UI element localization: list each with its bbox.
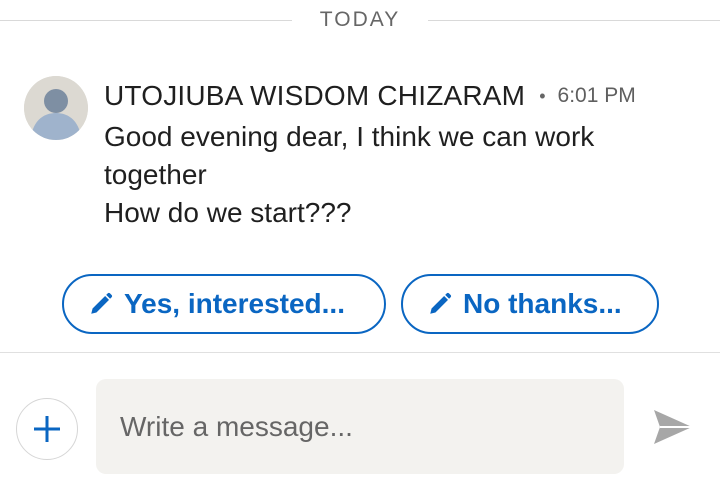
pencil-icon [430,292,452,314]
message-line: How do we start??? [104,197,352,228]
date-label: TODAY [319,8,401,31]
divider-line-left [0,20,292,21]
quick-reply-yes-interested[interactable]: Yes, interested... [62,274,386,334]
avatar-placeholder-icon [24,76,88,140]
plus-icon [34,416,60,442]
send-button[interactable] [650,404,696,450]
quick-reply-no-thanks[interactable]: No thanks... [401,274,659,334]
pencil-icon [91,292,113,314]
message-line: Good evening dear, I think we can work [104,121,595,152]
quick-reply-label: No thanks... [463,288,622,319]
quick-reply-label: Yes, interested... [124,288,345,319]
message-body: Good evening dear, I think we can work t… [104,118,684,232]
header-separator: • [539,85,546,106]
message-line: together [104,159,207,190]
message-input[interactable]: Write a message... [96,379,624,474]
message-timestamp: 6:01 PM [557,84,636,107]
message-header: UTOJIUBA WISDOM CHIZARAM • 6:01 PM [104,78,636,114]
message-input-placeholder: Write a message... [120,410,353,442]
divider-line-right [428,20,720,21]
date-divider: TODAY [0,6,720,34]
add-attachment-button[interactable] [16,398,78,460]
avatar[interactable] [24,76,88,140]
composer-divider [0,352,720,353]
sender-name[interactable]: UTOJIUBA WISDOM CHIZARAM [104,80,525,112]
send-icon [654,410,692,444]
